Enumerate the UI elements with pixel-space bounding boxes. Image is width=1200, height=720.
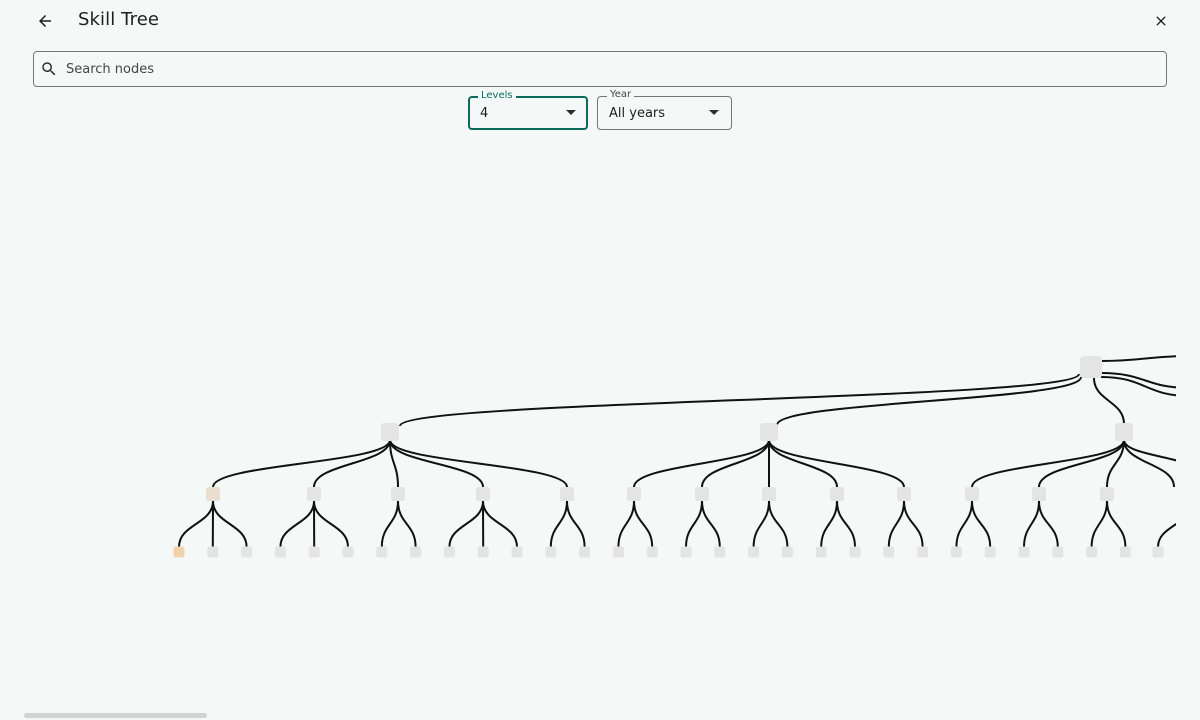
- tree-edge: [1090, 500, 1108, 548]
- tree-node-leaf[interactable]: [1018, 546, 1030, 558]
- tree-edge: [397, 500, 417, 548]
- tree-edge: [820, 500, 838, 548]
- tree-node-leaf[interactable]: [917, 546, 929, 558]
- tree-node-leaf[interactable]: [342, 546, 354, 558]
- skill-tree-screen: Skill Tree Levels 4 Year All years: [0, 0, 1200, 720]
- tree-node-level2[interactable]: [206, 487, 220, 501]
- tree-edge: [448, 500, 484, 548]
- tree-edge: [212, 500, 248, 548]
- tree-edge: [313, 439, 391, 488]
- tree-node-leaf[interactable]: [612, 546, 624, 558]
- tree-node-level2[interactable]: [830, 487, 844, 501]
- tree-node-level2[interactable]: [627, 487, 641, 501]
- tree-edge: [768, 500, 789, 548]
- tree-edge: [633, 439, 770, 488]
- tree-edge: [701, 439, 770, 488]
- tree-node-leaf[interactable]: [207, 546, 219, 558]
- tree-edge: [380, 500, 399, 548]
- tree-node-level1[interactable]: [760, 423, 778, 441]
- tree-node-leaf[interactable]: [579, 546, 591, 558]
- tree-node-leaf[interactable]: [410, 546, 422, 558]
- tree-node-level1[interactable]: [1115, 423, 1133, 441]
- tree-node-leaf[interactable]: [646, 546, 658, 558]
- tree-node-level1[interactable]: [381, 423, 399, 441]
- tree-edge: [279, 500, 315, 548]
- tree-node-leaf[interactable]: [714, 546, 726, 558]
- tree-edge: [768, 439, 838, 488]
- tree-edge: [903, 500, 924, 548]
- tree-node-level2[interactable]: [762, 487, 776, 501]
- tree-edge: [1123, 439, 1175, 488]
- tree-edge: [887, 500, 905, 548]
- tree-node-leaf[interactable]: [173, 546, 185, 558]
- tree-node-root[interactable]: [1080, 356, 1102, 378]
- tree-node-level2[interactable]: [1100, 487, 1114, 501]
- tree-node-level2[interactable]: [391, 487, 405, 501]
- tree-node-leaf[interactable]: [680, 546, 692, 558]
- tree-edge: [212, 439, 391, 488]
- tree-node-leaf[interactable]: [950, 546, 962, 558]
- tree-edge: [1106, 500, 1127, 548]
- tree-node-leaf[interactable]: [376, 546, 388, 558]
- tree-node-leaf[interactable]: [545, 546, 557, 558]
- tree-edge: [1157, 522, 1176, 548]
- tree-node-leaf[interactable]: [308, 546, 320, 558]
- tree-node-leaf[interactable]: [984, 546, 996, 558]
- tree-edge: [971, 439, 1125, 488]
- tree-edge: [752, 500, 770, 548]
- tree-edge: [768, 439, 905, 488]
- tree-edge: [482, 500, 518, 548]
- tree-edge: [971, 500, 992, 548]
- tree-node-leaf[interactable]: [883, 546, 895, 558]
- tree-edge: [701, 500, 721, 548]
- tree-edge: [178, 500, 214, 548]
- tree-edge: [617, 500, 635, 548]
- tree-node-level2[interactable]: [307, 487, 321, 501]
- tree-edge: [836, 500, 856, 548]
- tree-node-leaf[interactable]: [1152, 546, 1164, 558]
- tree-node-leaf[interactable]: [1086, 546, 1098, 558]
- tree-node-leaf[interactable]: [748, 546, 760, 558]
- tree-node-leaf[interactable]: [1119, 546, 1131, 558]
- tree-node-level2[interactable]: [560, 487, 574, 501]
- tree-node-leaf[interactable]: [241, 546, 253, 558]
- tree-node-leaf[interactable]: [849, 546, 861, 558]
- tree-edge: [549, 500, 568, 548]
- tree-edge: [685, 500, 703, 548]
- tree-node-level2[interactable]: [1032, 487, 1046, 501]
- tree-node-level2[interactable]: [965, 487, 979, 501]
- tree-edge: [566, 500, 586, 548]
- tree-node-leaf[interactable]: [443, 546, 455, 558]
- tree-node-leaf[interactable]: [477, 546, 489, 558]
- tree-edge: [955, 500, 973, 548]
- tree-edge: [313, 500, 349, 548]
- tree-edge: [1093, 377, 1125, 425]
- tree-node-level2[interactable]: [897, 487, 911, 501]
- tree-node-leaf[interactable]: [1052, 546, 1064, 558]
- tree-edge: [633, 500, 654, 548]
- tree-node-leaf[interactable]: [274, 546, 286, 558]
- tree-edge: [399, 373, 1080, 427]
- skill-tree-canvas[interactable]: [0, 0, 1200, 720]
- tree-node-leaf[interactable]: [511, 546, 523, 558]
- tree-edge: [1100, 355, 1176, 362]
- tree-edge: [389, 439, 484, 488]
- horizontal-scrollbar[interactable]: [24, 713, 207, 718]
- tree-node-leaf[interactable]: [815, 546, 827, 558]
- tree-edge: [1023, 500, 1040, 548]
- tree-node-level2[interactable]: [476, 487, 490, 501]
- tree-node-leaf[interactable]: [781, 546, 793, 558]
- tree-node-level2[interactable]: [695, 487, 709, 501]
- tree-edge: [1038, 500, 1059, 548]
